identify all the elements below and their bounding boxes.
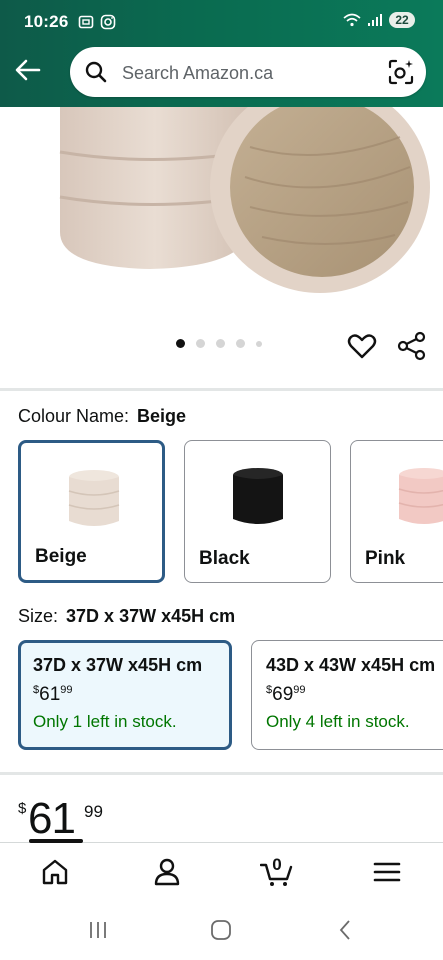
user-icon [154, 858, 180, 886]
swatch-image [68, 470, 120, 526]
status-bar: 10:26 22 [0, 0, 443, 44]
colour-swatch-pink[interactable]: Pink [350, 440, 443, 583]
swatch-label: Pink [365, 548, 406, 569]
header-bar: 10:26 22 [0, 0, 443, 107]
swatch-label: Beige [35, 546, 87, 567]
stock-status: Only 4 left in stock. [266, 712, 410, 731]
colour-swatch-beige[interactable]: Beige [18, 440, 165, 583]
cart-count: 0 [272, 855, 282, 874]
colour-name-row: Colour Name: Beige [18, 406, 186, 427]
nav-menu[interactable] [370, 855, 404, 889]
colour-swatch-list: Beige Black Pink [18, 440, 443, 585]
screenshot-icon [78, 15, 94, 29]
swatch-image [398, 468, 443, 524]
divider [0, 772, 443, 775]
colour-selected-value: Beige [137, 406, 187, 426]
search-bar[interactable] [70, 47, 426, 99]
stock-status: Only 1 left in stock. [33, 712, 177, 731]
swatch-image [233, 468, 283, 524]
nav-cart[interactable]: 0 [259, 855, 294, 889]
price-fraction: 99 [84, 802, 103, 821]
swatch-label: Black [199, 548, 250, 569]
size-price: $6199 [33, 684, 73, 705]
size-option-37[interactable]: 37D x 37W x45H cm $6199 Only 1 left in s… [18, 640, 232, 750]
battery-indicator: 22 [389, 12, 415, 28]
share-icon [397, 331, 426, 361]
home-icon [42, 859, 68, 885]
back-button[interactable] [12, 54, 44, 86]
camera-search-icon[interactable] [388, 59, 414, 85]
size-row: Size: 37D x 37W x45H cm [18, 606, 235, 627]
menu-icon [373, 862, 401, 882]
size-option-list: 37D x 37W x45H cm $6199 Only 1 left in s… [18, 640, 443, 752]
pager-dot[interactable] [256, 340, 262, 347]
size-price: $6999 [266, 684, 306, 705]
image-pager[interactable] [176, 339, 262, 348]
search-input[interactable] [120, 47, 374, 99]
product-photo [59, 107, 430, 293]
status-time: 10:26 [24, 12, 69, 31]
divider [0, 388, 443, 391]
share-button[interactable] [396, 330, 428, 362]
size-option-43[interactable]: 43D x 43W x45H cm $6999 Only 4 left in s… [251, 640, 443, 750]
pager-dot[interactable] [196, 339, 205, 348]
instagram-icon [100, 14, 116, 30]
wifi-icon [343, 13, 361, 27]
product-image[interactable] [0, 107, 443, 327]
pager-dot[interactable] [176, 339, 185, 348]
wishlist-button[interactable] [346, 330, 378, 362]
home-system-icon[interactable] [209, 918, 233, 942]
system-navigation-bar [0, 900, 443, 960]
bottom-navigation: 0 [0, 839, 443, 901]
colour-swatch-black[interactable]: Black [184, 440, 331, 583]
active-tab-indicator [29, 839, 83, 843]
recent-apps-icon[interactable] [86, 918, 110, 942]
nav-account[interactable] [150, 855, 184, 889]
nav-home[interactable] [38, 855, 72, 889]
size-name: 43D x 43W x45H cm [266, 655, 436, 675]
signal-icon [368, 14, 382, 26]
heart-icon [347, 334, 377, 359]
price-currency: $ [18, 800, 27, 817]
size-selected-value: 37D x 37W x45H cm [66, 606, 236, 626]
price-whole: 61 [28, 794, 76, 843]
back-arrow-icon [15, 59, 41, 81]
size-name: 37D x 37W x45H cm [33, 655, 203, 675]
back-system-icon[interactable] [334, 918, 358, 942]
search-icon [85, 61, 107, 83]
colour-label: Colour Name: [18, 406, 130, 426]
size-label: Size: [18, 606, 59, 626]
pager-dot[interactable] [216, 339, 225, 348]
pager-dot[interactable] [236, 339, 245, 348]
